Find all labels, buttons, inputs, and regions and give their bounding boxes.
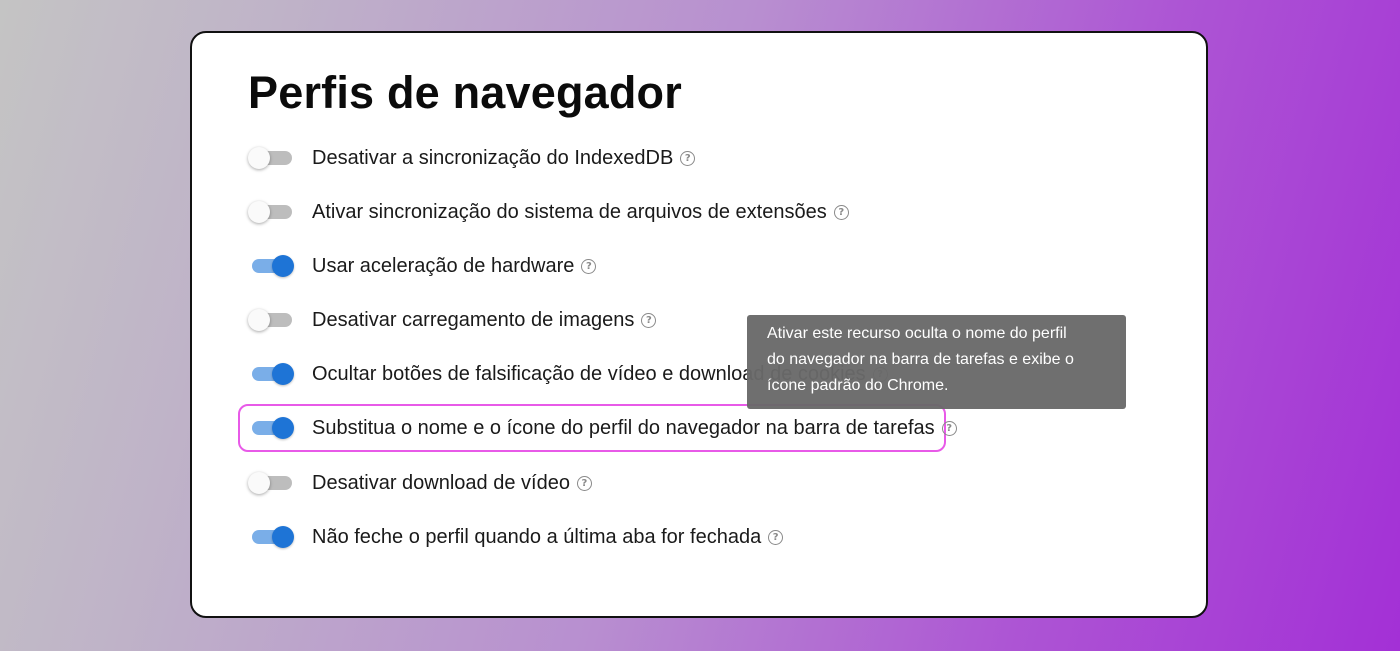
- settings-panel: Perfis de navegador Desativar a sincroni…: [190, 31, 1208, 618]
- question-circle-icon[interactable]: ?: [768, 529, 784, 545]
- toggle-hardware-acceleration[interactable]: [248, 252, 296, 280]
- page-title: Perfis de navegador: [248, 67, 682, 118]
- setting-label: Usar aceleração de hardware: [312, 255, 575, 277]
- toggle-knob: [272, 363, 294, 385]
- tooltip-line: do navegador na barra de tarefas e exibe…: [767, 351, 1074, 368]
- tooltip-line: ícone padrão do Chrome.: [767, 377, 949, 394]
- setting-row-disable-image-loading: Desativar carregamento de imagens ?: [248, 306, 657, 334]
- setting-row-replace-taskbar-profile: Substitua o nome e o ícone do perfil do …: [248, 414, 957, 442]
- toggle-disable-video-download[interactable]: [248, 469, 296, 497]
- question-circle-icon[interactable]: ?: [833, 204, 849, 220]
- toggle-knob: [248, 309, 270, 331]
- toggle-disable-indexeddb-sync[interactable]: [248, 144, 296, 172]
- setting-row-hardware-acceleration: Usar aceleração de hardware ?: [248, 252, 597, 280]
- toggle-knob: [272, 255, 294, 277]
- toggle-knob: [248, 201, 270, 223]
- setting-row-keep-profile-open: Não feche o perfil quando a última aba f…: [248, 523, 784, 551]
- question-circle-icon[interactable]: ?: [576, 475, 592, 491]
- question-circle-icon[interactable]: ?: [581, 258, 597, 274]
- toggle-knob: [248, 472, 270, 494]
- toggle-replace-taskbar-profile[interactable]: [248, 414, 296, 442]
- question-circle-icon[interactable]: ?: [680, 150, 696, 166]
- tooltip-line: Ativar este recurso oculta o nome do per…: [767, 325, 1067, 342]
- toggle-knob: [248, 147, 270, 169]
- setting-label: Ativar sincronização do sistema de arqui…: [312, 201, 827, 223]
- toggle-knob: [272, 526, 294, 548]
- toggle-knob: [272, 417, 294, 439]
- setting-row-extension-fs-sync: Ativar sincronização do sistema de arqui…: [248, 198, 849, 226]
- setting-label: Desativar carregamento de imagens: [312, 309, 635, 331]
- question-circle-icon[interactable]: ?: [941, 420, 957, 436]
- setting-label: Substitua o nome e o ícone do perfil do …: [312, 417, 935, 439]
- toggle-hide-spoof-buttons[interactable]: [248, 360, 296, 388]
- toggle-keep-profile-open[interactable]: [248, 523, 296, 551]
- setting-label: Desativar download de vídeo: [312, 472, 570, 494]
- setting-label: Não feche o perfil quando a última aba f…: [312, 526, 762, 548]
- setting-row-disable-indexeddb-sync: Desativar a sincronização do IndexedDB ?: [248, 144, 696, 172]
- tooltip: Ativar este recurso oculta o nome do per…: [747, 315, 1126, 409]
- setting-row-disable-video-download: Desativar download de vídeo ?: [248, 469, 592, 497]
- question-circle-icon[interactable]: ?: [641, 312, 657, 328]
- setting-label: Desativar a sincronização do IndexedDB: [312, 147, 674, 169]
- toggle-disable-image-loading[interactable]: [248, 306, 296, 334]
- toggle-extension-fs-sync[interactable]: [248, 198, 296, 226]
